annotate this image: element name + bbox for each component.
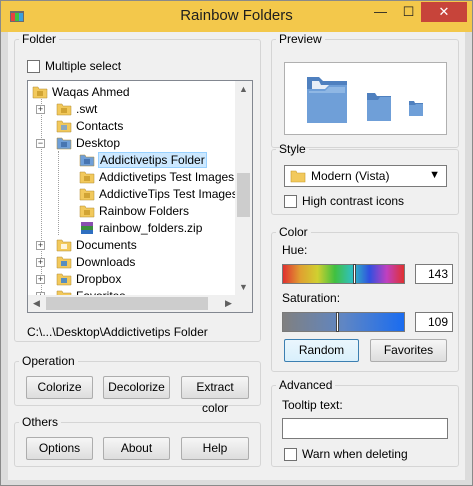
folder-preview-icons xyxy=(307,77,423,123)
decolorize-button[interactable]: Decolorize xyxy=(103,376,170,399)
favorites-button[interactable]: Favorites xyxy=(370,339,447,362)
dropbox-folder-icon xyxy=(56,273,72,286)
tree-item[interactable]: Contacts xyxy=(28,118,236,135)
options-button[interactable]: Options xyxy=(26,437,93,460)
folder-tree[interactable]: Waqas Ahmed + .swt Contacts − Desktop Addictiv… xyxy=(27,80,253,313)
style-dropdown[interactable]: Modern (Vista) ▼ xyxy=(284,165,447,187)
preview-group-legend: Preview xyxy=(279,32,322,46)
saturation-slider-thumb[interactable] xyxy=(336,312,339,332)
expand-icon[interactable]: + xyxy=(36,275,45,284)
tree-item-label: Contacts xyxy=(76,119,124,133)
extract-color-button[interactable]: Extract color xyxy=(181,376,249,415)
tree-item[interactable]: rainbow_folders.zip xyxy=(28,220,236,237)
high-contrast-checkbox[interactable] xyxy=(284,195,297,208)
desktop-folder-icon xyxy=(56,137,72,150)
tree-vertical-scrollbar[interactable]: ▲ ▼ xyxy=(235,81,252,296)
warn-when-deleting-checkbox[interactable] xyxy=(284,448,297,461)
tree-item[interactable]: + Downloads xyxy=(28,254,236,271)
large-folder-icon xyxy=(307,77,347,123)
advanced-group-legend: Advanced xyxy=(279,378,333,392)
vertical-scroll-thumb[interactable] xyxy=(237,173,250,217)
tree-item[interactable]: + Dropbox xyxy=(28,271,236,288)
downloads-folder-icon xyxy=(56,256,72,269)
random-button[interactable]: Random xyxy=(284,339,359,362)
multiple-select-label: Multiple select xyxy=(45,59,122,73)
documents-folder-icon xyxy=(56,239,72,252)
others-group-legend: Others xyxy=(22,415,59,429)
high-contrast-label: High contrast icons xyxy=(302,194,405,208)
hue-slider[interactable] xyxy=(282,264,405,284)
folder-icon xyxy=(79,188,95,201)
folder-icon xyxy=(56,103,72,116)
folder-icon xyxy=(79,205,95,218)
multiple-select-checkbox[interactable] xyxy=(27,60,40,73)
tree-item-label: Documents xyxy=(76,238,137,252)
folder-group-legend: Folder xyxy=(22,32,57,46)
expand-icon[interactable]: + xyxy=(36,258,45,267)
tree-item[interactable]: Addictivetips Test Images xyxy=(28,169,236,186)
saturation-label: Saturation: xyxy=(282,291,341,305)
color-group-legend: Color xyxy=(279,225,308,239)
tree-item-label: Dropbox xyxy=(76,272,122,286)
contacts-folder-icon xyxy=(56,120,72,133)
expand-icon[interactable]: + xyxy=(36,105,45,114)
tooltip-text-input[interactable] xyxy=(282,418,448,439)
tree-item-label: Rainbow Folders xyxy=(99,204,190,218)
user-folder-icon xyxy=(32,86,48,99)
winrar-archive-icon xyxy=(81,222,93,234)
tree-item-label: Desktop xyxy=(76,136,121,150)
scroll-down-arrow-icon[interactable]: ▼ xyxy=(235,279,252,296)
maximize-button[interactable]: ☐ xyxy=(395,2,422,22)
close-button[interactable]: ✕ xyxy=(421,2,467,22)
tree-item[interactable]: − Desktop xyxy=(28,135,236,152)
selected-path: C:\...\Desktop\Addictivetips Folder xyxy=(27,325,208,339)
style-selected-value: Modern (Vista) xyxy=(311,169,390,183)
tree-horizontal-scrollbar[interactable]: ◀ ▶ xyxy=(28,295,237,312)
scroll-up-arrow-icon[interactable]: ▲ xyxy=(235,81,252,98)
hue-slider-thumb[interactable] xyxy=(353,264,356,284)
tree-item-label: .swt xyxy=(76,102,98,116)
tooltip-text-label: Tooltip text: xyxy=(282,398,343,412)
scrollbar-corner xyxy=(235,295,252,312)
saturation-slider[interactable] xyxy=(282,312,405,332)
hue-value-field[interactable]: 143 xyxy=(415,264,453,284)
colorize-button[interactable]: Colorize xyxy=(26,376,93,399)
scroll-left-arrow-icon[interactable]: ◀ xyxy=(28,295,45,312)
expand-icon[interactable]: + xyxy=(36,241,45,250)
horizontal-scroll-thumb[interactable] xyxy=(46,297,208,310)
tree-item[interactable]: + .swt xyxy=(28,101,236,118)
tree-item-label: Downloads xyxy=(76,255,136,269)
tree-item-label: Addictivetips Test Images xyxy=(99,170,235,184)
tree-item-label: Addictivetips Folder xyxy=(98,152,207,168)
tree-item-label: rainbow_folders.zip xyxy=(99,221,203,235)
help-button[interactable]: Help xyxy=(181,437,249,460)
warn-when-deleting-label: Warn when deleting xyxy=(302,447,408,461)
tree-item[interactable]: AddictiveTips Test Images 2 xyxy=(28,186,248,203)
operation-group-legend: Operation xyxy=(22,354,75,368)
collapse-icon[interactable]: − xyxy=(36,139,45,148)
tree-item-label: Waqas Ahmed xyxy=(52,85,130,99)
tree-item[interactable]: Rainbow Folders xyxy=(28,203,236,220)
blue-folder-icon xyxy=(79,154,95,167)
hue-label: Hue: xyxy=(282,243,308,257)
tree-item[interactable]: Addictivetips Folder xyxy=(28,152,236,169)
tree-item[interactable]: Waqas Ahmed xyxy=(28,84,236,101)
tree-item[interactable]: + Documents xyxy=(28,237,236,254)
small-folder-icon xyxy=(409,101,423,116)
saturation-value-field[interactable]: 109 xyxy=(415,312,453,332)
style-group-legend: Style xyxy=(279,142,306,156)
title-bar[interactable]: Rainbow Folders — ☐ ✕ xyxy=(1,1,472,32)
folder-preview xyxy=(284,62,447,135)
client-area: Folder Multiple select Waqas Ahmed + .swt C… xyxy=(8,32,465,480)
folder-icon xyxy=(290,170,306,183)
medium-folder-icon xyxy=(367,93,391,121)
minimize-button[interactable]: — xyxy=(367,2,394,22)
tree-item-label: AddictiveTips Test Images 2 xyxy=(99,187,248,201)
about-button[interactable]: About xyxy=(103,437,170,460)
app-window: Rainbow Folders — ☐ ✕ Folder Multiple se… xyxy=(0,0,473,486)
folder-icon xyxy=(79,171,95,184)
chevron-down-icon[interactable]: ▼ xyxy=(429,169,440,181)
